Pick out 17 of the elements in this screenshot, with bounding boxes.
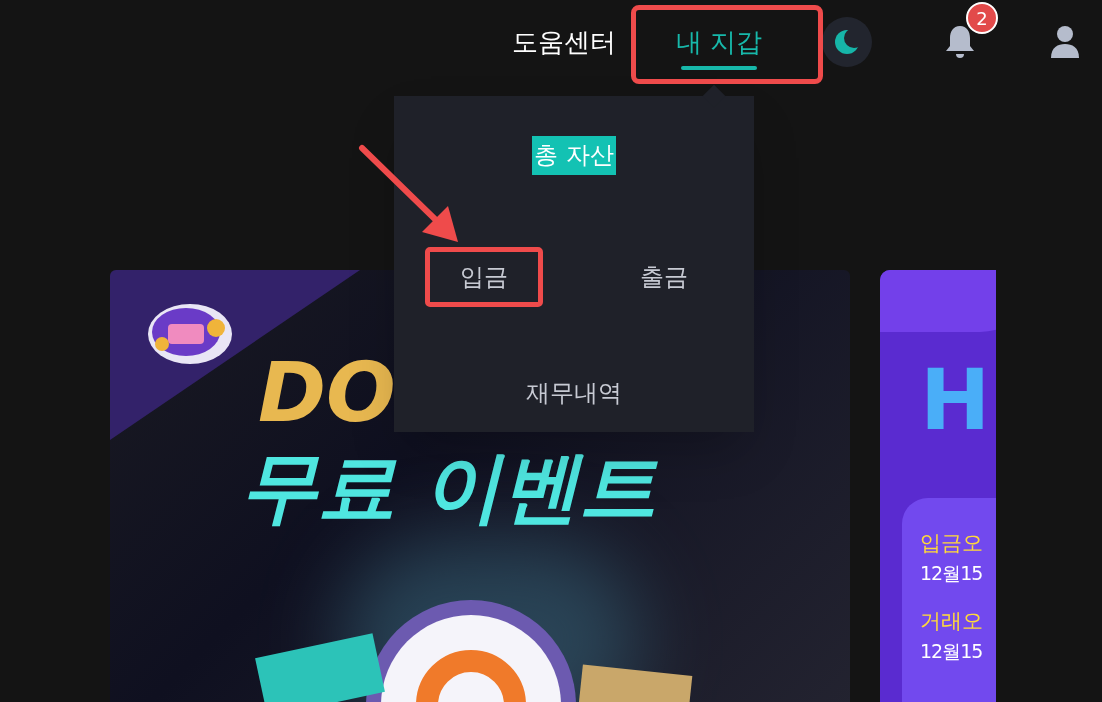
banner-headline: DO — [258, 352, 396, 434]
notification-badge: 2 — [966, 2, 998, 34]
info-date: 12월15 — [920, 561, 983, 586]
info-date: 12월15 — [920, 639, 983, 664]
dark-mode-toggle[interactable] — [822, 17, 872, 67]
nav-tab[interactable]: 내 지갑 — [634, 0, 804, 84]
banner-headline: 무료 이벤트 — [240, 448, 658, 526]
banner-headline: H — [920, 358, 991, 442]
info-label: 거래오 — [920, 608, 983, 635]
menu-item[interactable]: 입금 — [425, 247, 543, 307]
schedule-banner[interactable]: H 입금오 12월15 거래오 12월15 — [880, 270, 996, 702]
user-icon[interactable] — [1050, 25, 1080, 59]
bell-icon[interactable] — [944, 24, 976, 60]
info-label: 입금오 — [920, 530, 983, 557]
menu-item[interactable]: 재무내역 — [516, 373, 632, 413]
moon-icon — [834, 28, 860, 56]
nav-tab[interactable]: 도움센터 — [512, 0, 616, 84]
